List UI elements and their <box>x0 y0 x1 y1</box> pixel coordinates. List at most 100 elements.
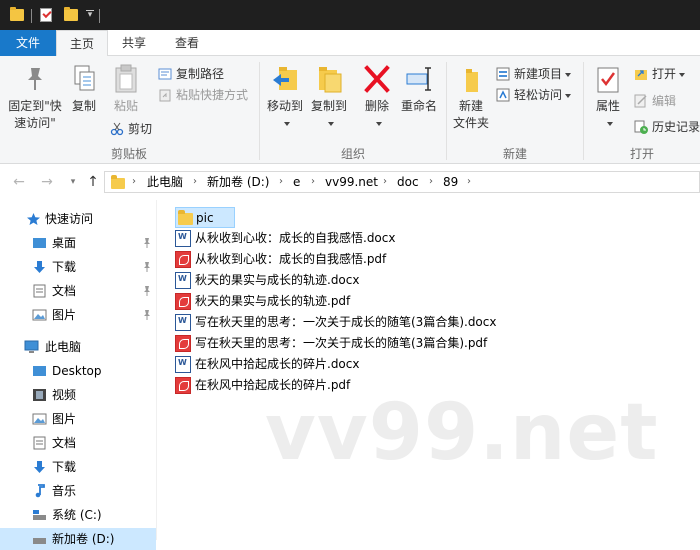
breadcrumb-separator-icon: › <box>279 176 283 187</box>
pin-to-quick-access-button[interactable]: 固定到"快 速访问" <box>4 64 66 132</box>
delete-x-icon <box>364 65 390 93</box>
tab-view[interactable]: 查看 <box>164 30 210 56</box>
nav-music[interactable]: 音乐 <box>0 480 156 502</box>
customize-toolbar-chevron-icon[interactable]: ▾ <box>86 10 94 26</box>
breadcrumb-drive-d[interactable]: 新加卷 (D:) <box>207 175 269 189</box>
copy-button[interactable]: 复制 <box>68 64 100 115</box>
open-label: 打开 <box>652 64 686 84</box>
nav-pc-documents-label: 文档 <box>52 436 77 450</box>
breadcrumb-doc[interactable]: doc <box>397 175 419 189</box>
desktop-icon <box>33 366 46 376</box>
nav-documents[interactable]: 文档 <box>0 280 156 302</box>
drive-icon <box>33 538 46 544</box>
nav-drive-c-label: 系统 (C:) <box>52 508 102 522</box>
open-icon <box>635 70 647 80</box>
picture-icon <box>32 413 47 425</box>
delete-button[interactable]: 删除 <box>358 64 396 132</box>
nav-drive-d-label: 新加卷 (D:) <box>52 532 115 546</box>
rename-icon <box>406 67 431 91</box>
nav-pc-pictures-label: 图片 <box>52 412 77 426</box>
copy-label: 复制 <box>71 99 96 113</box>
organize-group-label: 组织 <box>340 147 365 161</box>
breadcrumb-vv99[interactable]: vv99.net <box>325 175 378 189</box>
music-note-icon <box>35 484 45 498</box>
tab-share[interactable]: 共享 <box>112 30 156 56</box>
download-arrow-icon <box>34 261 45 273</box>
breadcrumb-89[interactable]: 89 <box>443 175 458 189</box>
new-folder-icon <box>466 69 478 92</box>
history-icon <box>634 120 648 134</box>
nav-drive-d[interactable]: 新加卷 (D:) <box>0 528 156 550</box>
copy-path-label: 复制路径 <box>176 67 225 81</box>
rename-button[interactable]: 重命名 <box>398 64 440 115</box>
copy-path-icon <box>158 68 172 80</box>
nav-desktop-label: 桌面 <box>52 236 77 250</box>
word-document-icon <box>175 356 191 373</box>
move-to-button[interactable]: 移动到 <box>264 64 306 132</box>
file-name: 写在秋天里的思考：一次关于成长的随笔(3篇合集).pdf <box>195 336 488 350</box>
recent-locations-chevron-icon[interactable]: ▾ <box>64 174 82 190</box>
nav-pc-downloads-label: 下载 <box>52 460 77 474</box>
folder-icon <box>111 175 125 189</box>
ribbon: 固定到"快 速访问" 复制 粘贴 复制路径 粘贴快捷方式 剪切 剪贴板 移动到 … <box>0 56 700 164</box>
pin-icon <box>28 68 42 90</box>
delete-label: 删除 <box>364 99 389 113</box>
nav-desktop[interactable]: 桌面 <box>0 232 156 254</box>
nav-this-pc-label: 此电脑 <box>45 340 82 354</box>
scissors-icon <box>110 122 124 136</box>
nav-drive-c[interactable]: 系统 (C:) <box>0 504 156 526</box>
up-arrow-icon[interactable]: ↑ <box>84 174 102 190</box>
word-document-icon <box>175 314 191 331</box>
new-folder-label-line1: 新建 <box>458 99 483 113</box>
pin-icon <box>144 262 150 272</box>
pin-icon <box>144 310 150 320</box>
document-icon <box>33 284 46 298</box>
nav-downloads[interactable]: 下载 <box>0 256 156 278</box>
address-bar[interactable]: › 此电脑 › 新加卷 (D:) › e › vv99.net › doc › … <box>104 171 700 193</box>
navigation-pane: 快速访问 桌面 下载 文档 图片 此电脑 Desktop 视频 图片 文档 下载… <box>0 200 156 550</box>
nav-downloads-label: 下载 <box>52 260 77 274</box>
open-chevron-icon <box>679 72 686 77</box>
properties-icon <box>597 67 619 93</box>
move-to-label: 移动到 <box>266 99 303 113</box>
nav-pc-downloads[interactable]: 下载 <box>0 456 156 478</box>
nav-pc-pictures[interactable]: 图片 <box>0 408 156 430</box>
breadcrumb-separator-icon: › <box>193 176 197 187</box>
new-group-label: 新建 <box>502 147 527 161</box>
nav-videos[interactable]: 视频 <box>0 384 156 406</box>
document-icon <box>33 436 46 450</box>
cut-label: 剪切 <box>128 122 153 136</box>
nav-quick-access[interactable]: 快速访问 <box>0 208 156 230</box>
back-arrow-icon[interactable]: ← <box>10 174 28 190</box>
copy-to-button[interactable]: 复制到 <box>308 64 350 132</box>
copy-to-chevron-icon <box>327 121 334 126</box>
properties-button[interactable]: 属性 <box>590 64 626 132</box>
nav-pictures[interactable]: 图片 <box>0 304 156 326</box>
nav-pc-documents[interactable]: 文档 <box>0 432 156 454</box>
system-drive-icon <box>33 510 46 520</box>
new-folder-quick-icon[interactable] <box>64 7 78 21</box>
properties-quick-icon[interactable] <box>40 8 52 22</box>
file-name: pic <box>196 211 214 225</box>
nav-pc-desktop[interactable]: Desktop <box>0 360 156 382</box>
nav-this-pc[interactable]: 此电脑 <box>0 336 156 358</box>
properties-chevron-icon <box>606 121 613 126</box>
download-arrow-icon <box>34 461 45 473</box>
file-name: 在秋风中拾起成长的碎片.docx <box>195 357 360 371</box>
title-bar: ▾ <box>0 0 700 30</box>
paste-button[interactable]: 粘贴 <box>108 64 144 115</box>
new-item-icon <box>496 67 510 81</box>
breadcrumb-separator-icon: › <box>429 176 433 187</box>
breadcrumb-this-pc[interactable]: 此电脑 <box>147 175 183 189</box>
breadcrumb-e[interactable]: e <box>293 175 300 189</box>
pdf-icon <box>175 377 191 394</box>
tab-file[interactable]: 文件 <box>0 30 56 56</box>
open-group-label: 打开 <box>629 147 654 161</box>
forward-arrow-icon[interactable]: → <box>38 174 56 190</box>
new-folder-label-line2: 文件夹 <box>452 116 489 130</box>
new-folder-button[interactable]: 新建 文件夹 <box>450 64 492 132</box>
copy-to-label: 复制到 <box>310 99 347 113</box>
file-row-folder-pic[interactable]: pic <box>175 207 235 228</box>
easy-access-chevron-icon <box>565 93 572 98</box>
tab-home[interactable]: 主页 <box>56 30 108 57</box>
